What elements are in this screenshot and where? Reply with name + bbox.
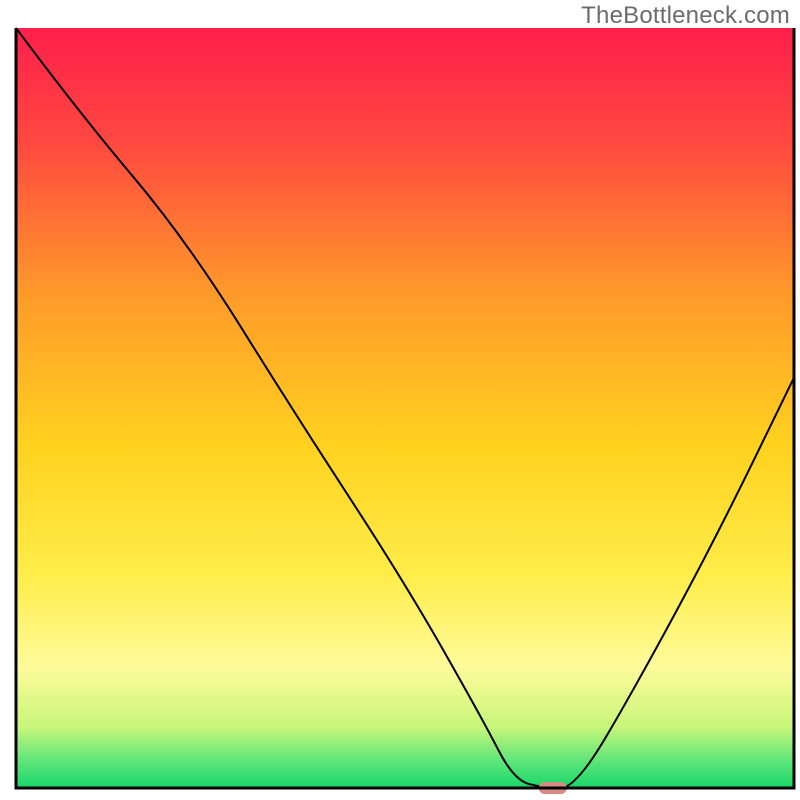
chart-canvas: [0, 0, 800, 800]
watermark-text: TheBottleneck.com: [581, 2, 790, 30]
chart-frame: TheBottleneck.com: [0, 0, 800, 800]
gradient-background: [16, 28, 794, 788]
